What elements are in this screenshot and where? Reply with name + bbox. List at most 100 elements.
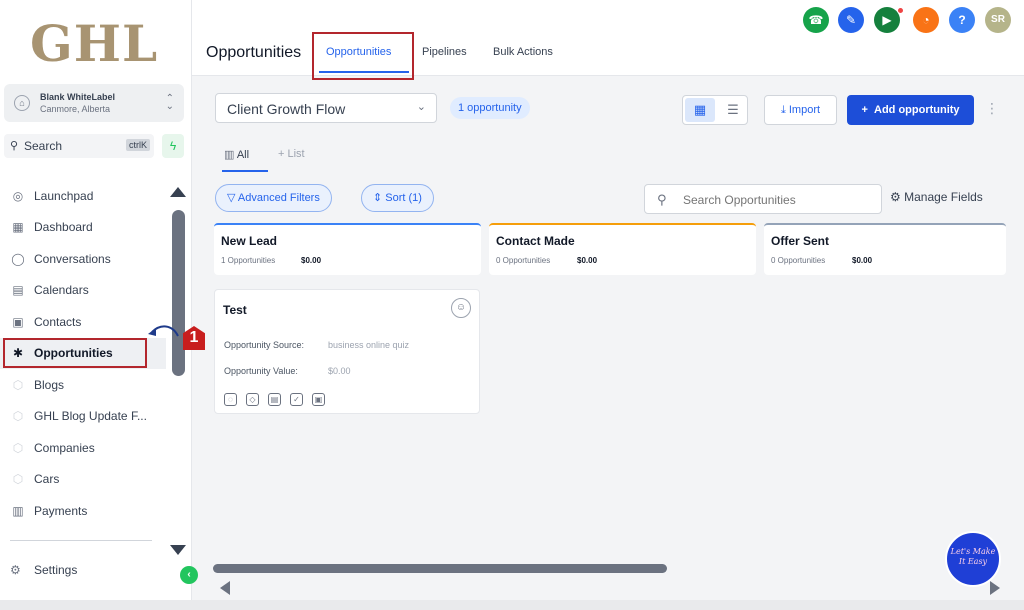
scroll-down-arrow-icon[interactable] <box>170 545 186 555</box>
sidebar-item-cars[interactable]: ⬡ Cars <box>0 464 166 496</box>
task-icon[interactable]: ✓ <box>290 393 303 406</box>
stage-count: 0 Opportunities <box>771 256 826 265</box>
scroll-right-arrow-icon[interactable] <box>990 581 1000 595</box>
advanced-filters-label: Advanced Filters <box>237 192 320 204</box>
box-icon: ⬡ <box>12 472 24 487</box>
collapse-sidebar-button[interactable]: ‹ <box>180 566 198 584</box>
sidebar-item-label: Payments <box>34 503 88 518</box>
subtab-all[interactable]: ▥ All <box>224 148 249 161</box>
tab-pipelines[interactable]: Pipelines <box>422 46 467 58</box>
board-horizontal-scrollbar[interactable] <box>213 564 667 573</box>
tab-bulk-actions[interactable]: Bulk Actions <box>493 46 553 58</box>
subtab-add-list[interactable]: + List <box>278 148 305 160</box>
sidebar-item-label: Launchpad <box>34 188 94 203</box>
stage-name: New Lead <box>221 234 278 248</box>
quick-actions-bolt-icon[interactable]: ϟ <box>162 134 184 158</box>
page-title: Opportunities <box>206 44 302 61</box>
download-icon: ⤓ <box>780 104 789 116</box>
sidebar-item-companies[interactable]: ⬡ Companies <box>0 432 166 464</box>
pin-icon[interactable]: ✎ <box>838 7 864 33</box>
stage-value: $0.00 <box>852 256 873 265</box>
sidebar-item-label: Companies <box>34 440 95 455</box>
sidebar-item-blogs[interactable]: ⬡ Blogs <box>0 369 166 401</box>
gear-icon: ⚙ <box>890 190 905 204</box>
sidebar-search[interactable]: ⚲ Search ctrlK <box>4 134 154 158</box>
account-switcher[interactable]: ⌂ Blank WhiteLabel Canmore, Alberta ⌃ ⌄ <box>4 84 184 122</box>
phone-icon[interactable]: ☎ <box>803 7 829 33</box>
search-label: Search <box>24 139 63 153</box>
search-icon: ⚲ <box>657 192 667 207</box>
subtab-all-label: All <box>236 149 250 161</box>
stage-column-new-lead: New Lead 1 Opportunities $0.00 <box>214 223 481 275</box>
scroll-up-arrow-icon[interactable] <box>170 187 186 197</box>
bell-icon[interactable]: ◔ <box>913 7 939 33</box>
sidebar-item-label: Dashboard <box>34 220 93 235</box>
sidebar-item-settings[interactable]: ⚙ Settings <box>10 563 77 577</box>
sidebar-divider <box>10 540 152 541</box>
sort-icon: ⇕ <box>373 192 386 204</box>
import-label: Import <box>788 104 821 116</box>
plus-icon: + <box>861 104 874 116</box>
chat-icon[interactable]: ◌ <box>224 393 237 406</box>
manage-fields-button[interactable]: ⚙ Manage Fields <box>890 190 983 204</box>
sidebar-scrollbar-thumb[interactable] <box>172 210 185 376</box>
stage-column-offer-sent: Offer Sent 0 Opportunities $0.00 <box>764 223 1006 275</box>
stage-value: $0.00 <box>301 256 322 265</box>
assign-user-icon[interactable]: ☺ <box>451 298 471 318</box>
filter-icon: ▽ <box>227 192 238 204</box>
location-icon: ⌂ <box>14 95 30 111</box>
value-value: $0.00 <box>328 366 351 376</box>
opportunity-card[interactable]: Test ☺ Opportunity Source: business onli… <box>214 289 480 414</box>
sidebar-item-ghl-blog-update[interactable]: ⬡ GHL Blog Update F... <box>0 401 166 433</box>
sidebar-item-label: Settings <box>34 563 78 577</box>
subtab-list-label: List <box>287 148 305 160</box>
active-subtab-indicator <box>222 170 268 172</box>
calendar-icon[interactable]: ▣ <box>312 393 325 406</box>
sidebar-item-conversations[interactable]: ◯ Conversations <box>0 243 166 275</box>
sidebar-item-dashboard[interactable]: ▦ Dashboard <box>0 212 166 244</box>
pipeline-select[interactable]: Client Growth Flow ⌄ <box>215 93 437 123</box>
annotation-arrow-icon <box>148 325 179 337</box>
sidebar-item-contacts[interactable]: ▣ Contacts <box>0 306 166 338</box>
sidebar-item-label: Contacts <box>34 314 82 329</box>
search-opportunities: ⚲ <box>644 184 882 214</box>
add-opportunity-button[interactable]: + Add opportunity <box>847 95 974 125</box>
sidebar-item-label: Conversations <box>34 251 111 266</box>
chevron-down-icon: ⌄ <box>416 101 426 113</box>
logo: GHL <box>30 14 159 73</box>
box-icon: ⬡ <box>12 440 24 455</box>
more-options-icon[interactable]: ⋮ <box>985 100 999 117</box>
notification-dot <box>897 7 904 14</box>
advanced-filters-button[interactable]: ▽ Advanced Filters <box>215 184 332 212</box>
manage-fields-label: Manage Fields <box>904 190 983 204</box>
tag-icon[interactable]: ◇ <box>246 393 259 406</box>
columns-icon: ▥ <box>224 149 237 161</box>
sidebar: GHL ⌂ Blank WhiteLabel Canmore, Alberta … <box>0 0 192 600</box>
stage-count: 1 Opportunities <box>221 256 276 265</box>
search-opportunities-input[interactable] <box>683 191 873 209</box>
gear-icon: ⚙ <box>10 563 21 577</box>
highlight-box-opportunities <box>3 338 147 368</box>
import-button[interactable]: ⤓ Import <box>764 95 837 125</box>
sort-label: Sort (1) <box>385 192 422 204</box>
highlight-box-tab <box>312 32 414 80</box>
sidebar-item-launchpad[interactable]: ◎ Launchpad <box>0 180 166 212</box>
grid-view-icon[interactable]: ▦ <box>685 98 715 122</box>
chat-widget-button[interactable]: Let's Make It Easy <box>945 531 1001 587</box>
stage-value: $0.00 <box>577 256 598 265</box>
add-opportunity-label: Add opportunity <box>874 104 960 116</box>
pipeline-select-value: Client Growth Flow <box>227 101 346 117</box>
help-icon[interactable]: ? <box>949 7 975 33</box>
sidebar-item-calendars[interactable]: ▤ Calendars <box>0 275 166 307</box>
scroll-left-arrow-icon[interactable] <box>220 581 230 595</box>
list-view-icon[interactable]: ☰ <box>719 98 747 122</box>
sidebar-item-payments[interactable]: ▥ Payments <box>0 495 166 527</box>
opportunity-count-badge: 1 opportunity <box>450 97 530 119</box>
app-window: GHL ⌂ Blank WhiteLabel Canmore, Alberta … <box>0 0 1024 600</box>
search-icon: ⚲ <box>10 140 19 152</box>
avatar[interactable]: SR <box>985 7 1011 33</box>
sidebar-item-label: Calendars <box>34 283 89 298</box>
chat-icon: ◯ <box>11 251 25 266</box>
document-icon[interactable]: ▤ <box>268 393 281 406</box>
sort-button[interactable]: ⇕ Sort (1) <box>361 184 434 212</box>
